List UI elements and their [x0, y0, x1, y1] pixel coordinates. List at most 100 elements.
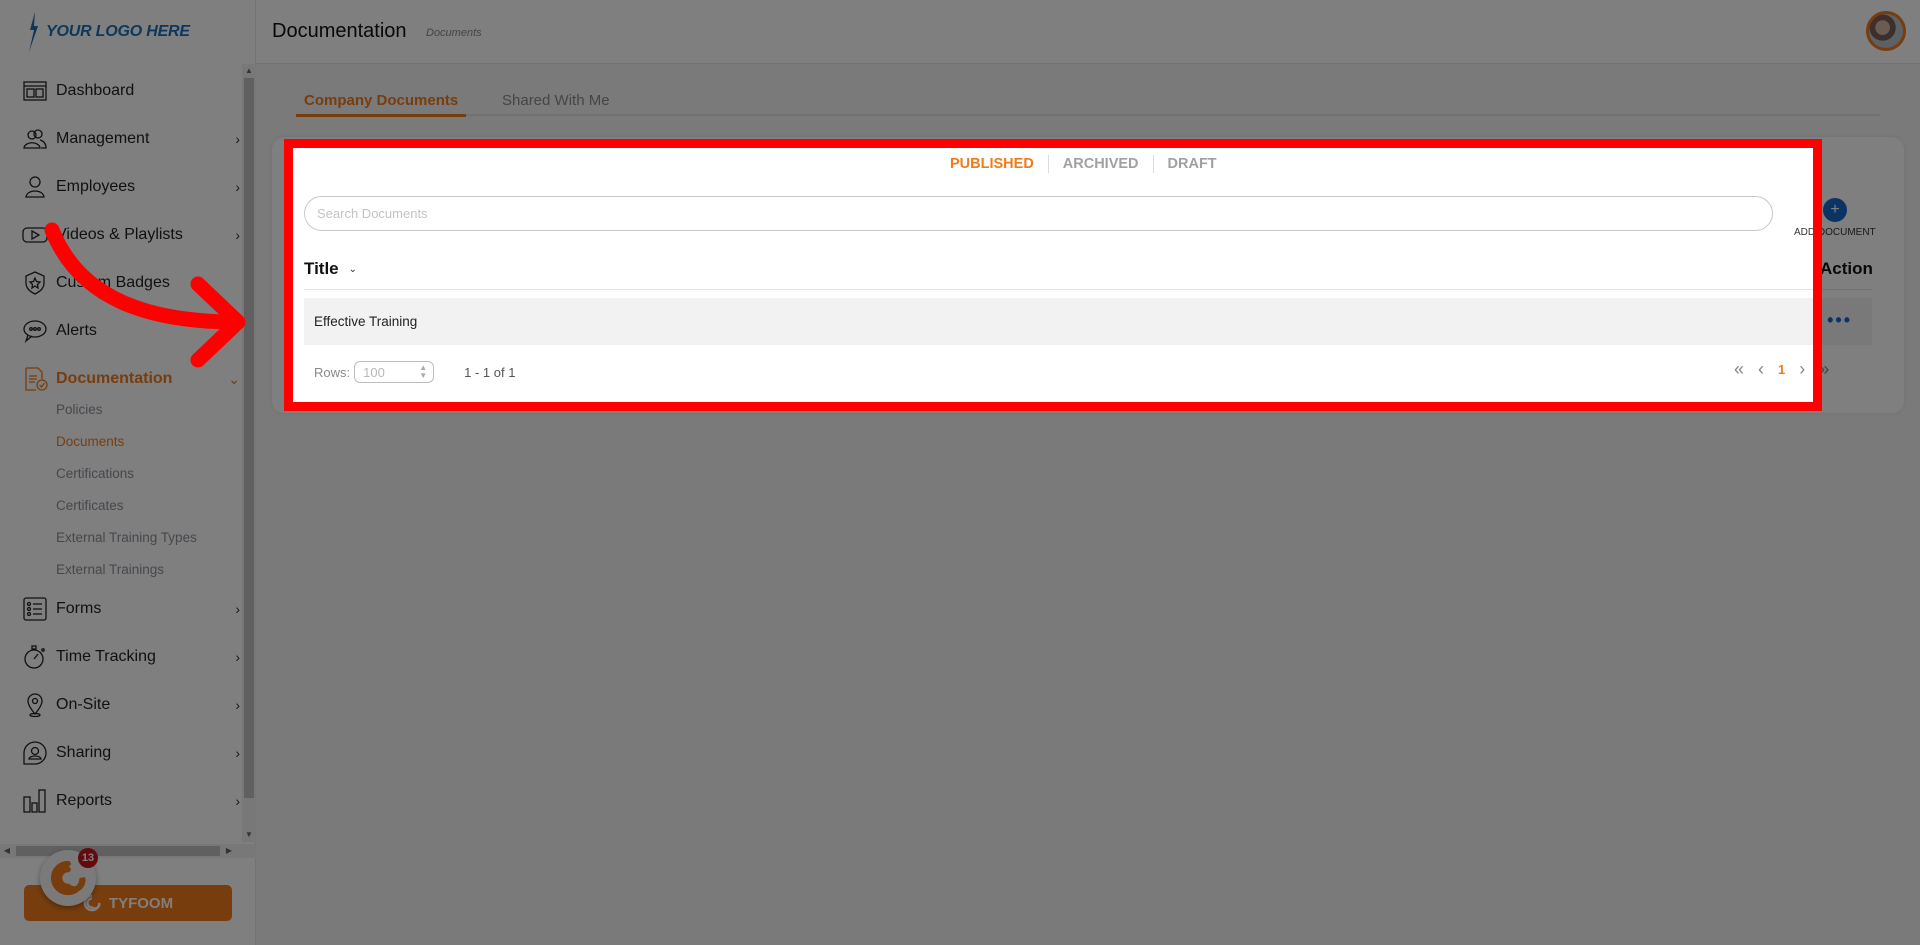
- sidebar-item-on-site[interactable]: On-Site ›: [22, 688, 240, 722]
- column-header-label: Title: [304, 259, 339, 278]
- top-header: Documentation Documents: [256, 0, 1920, 64]
- plus-icon: +: [1823, 198, 1847, 222]
- chevron-right-icon: ›: [235, 601, 240, 617]
- chevron-right-icon: ›: [235, 697, 240, 713]
- add-document-label: ADD DOCUMENT: [1794, 227, 1876, 238]
- rows-label: Rows:: [314, 364, 351, 380]
- logo[interactable]: YOUR LOGO HERE: [26, 12, 190, 52]
- document-title-cell: Effective Training: [314, 314, 418, 329]
- sidebar-subitem-policies[interactable]: Policies: [56, 402, 103, 417]
- avatar[interactable]: [1866, 11, 1906, 51]
- status-tab-published[interactable]: PUBLISHED: [936, 156, 1048, 172]
- documents-card: [272, 137, 1904, 413]
- sidebar-item-time-tracking[interactable]: Time Tracking ›: [22, 640, 240, 674]
- status-tab-draft[interactable]: DRAFT: [1154, 156, 1231, 172]
- column-header-action: Action: [1820, 259, 1873, 278]
- sidebar-item-label: Reports: [56, 792, 113, 809]
- divider: [304, 289, 1872, 290]
- scroll-down-icon[interactable]: ▼: [242, 828, 256, 842]
- chevron-down-icon: ⌄: [348, 263, 358, 275]
- sidebar-item-label: Documentation: [56, 370, 173, 387]
- sidebar-item-label: Management: [56, 130, 150, 147]
- rows-per-page-select[interactable]: 100 ▲ ▼: [354, 361, 435, 383]
- sidebar-item-videos-playlists[interactable]: Videos & Playlists ›: [22, 218, 240, 252]
- location-pin-icon: [22, 692, 48, 718]
- video-icon: [22, 222, 48, 248]
- pagination-controls: « ‹ 1 › »: [1734, 359, 1829, 380]
- rows-per-page: Rows: 100 ▲ ▼ 1 - 1 of 1: [314, 361, 515, 383]
- sidebar-nav: Dashboard Management › Employees › Video…: [0, 64, 242, 834]
- sidebar-item-label: Employees: [56, 178, 136, 195]
- scroll-right-icon[interactable]: ▶: [222, 844, 236, 858]
- add-document-button[interactable]: + ADD DOCUMENT: [1792, 198, 1880, 240]
- sidebar: YOUR LOGO HERE Dashboard Management › Em…: [0, 0, 256, 945]
- status-tab-archived[interactable]: ARCHIVED: [1049, 156, 1153, 172]
- sidebar-item-label: Forms: [56, 600, 102, 617]
- tab-company-documents[interactable]: Company Documents: [296, 92, 467, 117]
- employee-icon: [22, 174, 48, 200]
- badge-icon: [22, 270, 48, 296]
- sidebar-item-label: Dashboard: [56, 82, 135, 99]
- sidebar-item-documentation[interactable]: Documentation ⌄: [22, 362, 240, 396]
- management-icon: [22, 126, 48, 152]
- sidebar-item-label: Videos & Playlists: [56, 226, 183, 243]
- sidebar-subitem-external-training-types[interactable]: External Training Types: [56, 530, 197, 545]
- chevron-right-icon: ›: [235, 649, 240, 665]
- sidebar-horizontal-scrollbar[interactable]: ◀ ▶: [0, 844, 256, 858]
- next-page-icon[interactable]: ›: [1799, 359, 1805, 380]
- logo-mark-icon: [29, 12, 38, 52]
- table-row[interactable]: Effective Training •••: [304, 298, 1872, 345]
- list-icon: [22, 596, 48, 622]
- current-page[interactable]: 1: [1778, 362, 1785, 377]
- sidebar-item-label: Custom Badges: [56, 274, 170, 291]
- sidebar-item-forms[interactable]: Forms ›: [22, 592, 240, 626]
- chevron-down-icon: ⌄: [228, 370, 240, 387]
- sidebar-vertical-scrollbar[interactable]: ▲ ▼: [242, 64, 256, 842]
- sidebar-subitem-certificates[interactable]: Certificates: [56, 498, 124, 513]
- sidebar-item-sharing[interactable]: Sharing ›: [22, 736, 240, 770]
- chat-bubble-icon: [22, 318, 48, 344]
- prev-page-icon[interactable]: ‹: [1758, 359, 1764, 380]
- scroll-left-icon[interactable]: ◀: [0, 844, 14, 858]
- sidebar-item-label: Sharing: [56, 744, 112, 761]
- more-actions-icon[interactable]: •••: [1827, 310, 1852, 331]
- notification-badge: 13: [78, 848, 98, 868]
- tab-shared-with-me[interactable]: Shared With Me: [502, 92, 610, 115]
- document-tabs: Company Documents Shared With Me: [296, 88, 1880, 117]
- sidebar-item-alerts[interactable]: Alerts: [22, 314, 240, 348]
- spinner-icon: ▲ ▼: [419, 363, 428, 380]
- page-title: Documentation: [272, 20, 407, 42]
- rows-value: 100: [363, 364, 385, 380]
- sidebar-item-employees[interactable]: Employees ›: [22, 170, 240, 204]
- share-user-icon: [22, 740, 48, 766]
- scrollbar-thumb[interactable]: [244, 78, 254, 798]
- logo-text: YOUR LOGO HERE: [46, 23, 190, 40]
- bar-chart-icon: [22, 788, 48, 814]
- sidebar-subitem-external-trainings[interactable]: External Trainings: [56, 562, 164, 577]
- first-page-icon[interactable]: «: [1734, 359, 1744, 380]
- chevron-right-icon: ›: [235, 745, 240, 761]
- dashboard-icon: [22, 78, 48, 104]
- search-input[interactable]: [304, 196, 1773, 231]
- chevron-right-icon: ›: [235, 227, 240, 243]
- chevron-right-icon: ›: [235, 793, 240, 809]
- scrollbar-thumb[interactable]: [16, 846, 220, 856]
- chevron-right-icon: ›: [235, 179, 240, 195]
- breadcrumb: Documents: [426, 27, 482, 39]
- tyfoom-button-label: TYFOOM: [108, 894, 174, 912]
- sidebar-item-label: On-Site: [56, 696, 111, 713]
- sidebar-subitem-documents[interactable]: Documents: [56, 434, 124, 449]
- status-filter-tabs: PUBLISHED ARCHIVED DRAFT: [936, 154, 1231, 174]
- scroll-up-icon[interactable]: ▲: [242, 64, 256, 78]
- sidebar-item-custom-badges[interactable]: Custom Badges: [22, 266, 240, 300]
- sidebar-item-label: Time Tracking: [56, 648, 156, 665]
- sidebar-item-label: Alerts: [56, 322, 97, 339]
- pagination-range: 1 - 1 of 1: [464, 364, 516, 380]
- sidebar-item-reports[interactable]: Reports ›: [22, 784, 240, 818]
- last-page-icon[interactable]: »: [1819, 359, 1829, 380]
- column-header-title[interactable]: Title ⌄: [304, 259, 357, 279]
- sidebar-item-dashboard[interactable]: Dashboard: [22, 74, 240, 108]
- sidebar-subitem-certifications[interactable]: Certifications: [56, 466, 134, 481]
- sidebar-item-management[interactable]: Management ›: [22, 122, 240, 156]
- stopwatch-icon: [22, 644, 48, 670]
